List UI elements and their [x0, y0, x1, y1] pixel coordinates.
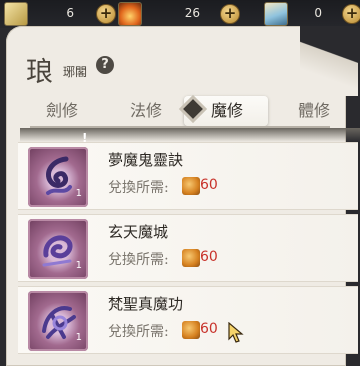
add-fire-button[interactable]: + [220, 4, 240, 24]
list-item[interactable]: 1 玄天魔城 兌換所需: 60 [18, 214, 358, 282]
item-name: 夢魔鬼靈訣 [108, 151, 184, 169]
item-count: 1 [75, 188, 82, 199]
item-cost-value: 60 [200, 321, 218, 337]
scroll-book-icon [4, 2, 28, 26]
fire-book-icon [118, 2, 142, 26]
item-cost-label: 兌換所需: [108, 252, 169, 268]
fire-token-icon [182, 177, 200, 195]
page-curl-decoration [300, 26, 358, 96]
fire-token-icon [182, 249, 200, 267]
tab-sword[interactable]: 劍修 [46, 98, 78, 124]
item-cost-value: 60 [200, 177, 218, 193]
list-item[interactable]: 1 梵聖真魔功 兌換所需: 60 [18, 286, 358, 354]
tab-body[interactable]: 體修 [298, 98, 330, 124]
mouse-cursor-icon [228, 321, 244, 348]
resource-fire-value: 26 [184, 6, 200, 20]
item-name: 玄天魔城 [108, 223, 169, 241]
tab-demon-label: 魔修 [211, 101, 244, 120]
item-count: 1 [75, 332, 82, 343]
tab-magic[interactable]: 法修 [130, 98, 162, 124]
item-cost-label: 兌換所需: [108, 324, 169, 340]
list-item[interactable]: 1 夢魔鬼靈訣 兌換所需: 60 [18, 142, 358, 210]
fire-token-icon [182, 321, 200, 339]
item-name: 梵聖真魔功 [108, 295, 184, 313]
item-cost-value: 60 [200, 249, 218, 265]
item-count: 1 [75, 260, 82, 271]
help-icon[interactable]: ? [96, 56, 114, 74]
resource-scroll-value: 6 [66, 6, 74, 20]
add-scroll-button[interactable]: + [96, 4, 116, 24]
page-title: 琅 [26, 57, 54, 88]
resource-sea-value: 0 [314, 6, 322, 20]
sea-book-icon [264, 2, 288, 26]
diamond-marker-icon [183, 99, 203, 119]
add-sea-button[interactable]: + [342, 4, 360, 24]
tab-demon[interactable]: 魔修 [183, 96, 268, 126]
resource-bar: 6 + 26 + 0 + [0, 0, 360, 28]
page-subtitle: 琊閣 [63, 65, 88, 79]
list-top-shadow [20, 128, 360, 142]
item-cost-label: 兌換所需: [108, 180, 169, 196]
